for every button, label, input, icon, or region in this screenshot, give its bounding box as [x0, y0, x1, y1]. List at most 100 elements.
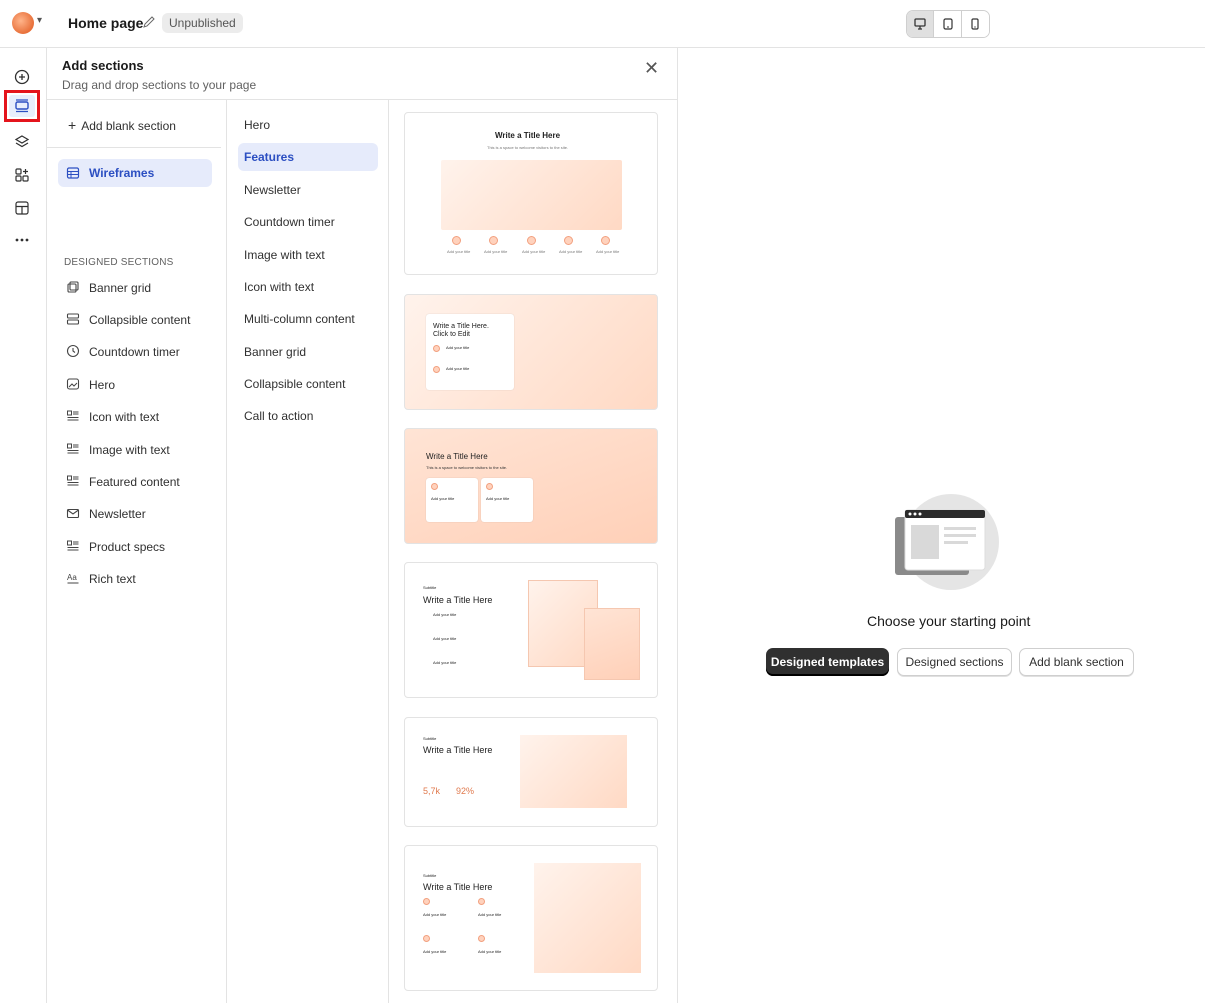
category-call-to-action[interactable]: Call to action [238, 402, 378, 430]
add-blank-section-button-preview[interactable]: Add blank section [1019, 648, 1134, 676]
template-card[interactable]: Write a Title Here This is a space to we… [404, 428, 658, 544]
template-image [584, 608, 640, 680]
designed-section-countdown-timer[interactable]: Countdown timer [64, 342, 214, 362]
designed-section-icon-with-text[interactable]: Icon with text [64, 407, 214, 427]
designed-section-rich-text[interactable]: Aa Rich text [64, 569, 214, 589]
product-specs-icon [67, 540, 79, 551]
template-dot-icon [431, 483, 438, 490]
category-label: Multi-column content [244, 312, 355, 326]
section-source-list: + Add blank section Wireframes DESIGNED S… [47, 100, 227, 1003]
page-title[interactable]: Home page [68, 15, 143, 31]
template-item: Add your title [433, 660, 457, 665]
template-item: Add your title [423, 912, 447, 917]
desktop-view-button[interactable] [907, 11, 935, 37]
choose-starting-point-heading: Choose your starting point [867, 613, 1031, 629]
template-dot-icon [433, 345, 440, 352]
designed-section-label: Collapsible content [89, 313, 191, 327]
icon-with-text-icon [67, 410, 79, 421]
category-icon-with-text[interactable]: Icon with text [238, 273, 378, 301]
category-label: Hero [244, 118, 271, 132]
hero-icon [66, 378, 80, 390]
designed-section-label: Hero [89, 378, 116, 392]
category-image-with-text[interactable]: Image with text [238, 241, 378, 269]
category-hero[interactable]: Hero [238, 111, 378, 139]
desktop-icon [914, 18, 926, 30]
mobile-view-button[interactable] [961, 11, 989, 37]
more-icon[interactable] [6, 225, 38, 255]
template-image [520, 735, 627, 808]
template-item: Add your title [446, 366, 470, 371]
apps-icon[interactable] [6, 160, 38, 190]
template-item: Add your title [478, 949, 502, 954]
template-item: Add your title [446, 345, 470, 350]
add-blank-label: Add blank section [81, 119, 176, 133]
template-stat: 92% [456, 786, 475, 796]
template-title: Write a Title Here [423, 745, 493, 755]
designed-sections-button[interactable]: Designed sections [897, 648, 1012, 676]
left-rail [0, 48, 47, 1003]
category-banner-grid[interactable]: Banner grid [238, 338, 378, 366]
category-collapsible-content[interactable]: Collapsible content [238, 370, 378, 398]
sections-icon[interactable] [4, 90, 40, 122]
banner-grid-icon [67, 281, 79, 293]
template-dot-icon [486, 483, 493, 490]
designed-section-label: Featured content [89, 475, 180, 489]
template-item: Add your title [559, 249, 583, 254]
template-item: Add your title [522, 249, 546, 254]
close-icon[interactable]: ✕ [644, 59, 659, 77]
tablet-view-button[interactable] [934, 11, 962, 37]
category-features[interactable]: Features [238, 143, 378, 171]
template-card[interactable]: Subtitle Write a Title Here Add your tit… [404, 562, 658, 698]
designed-section-featured-content[interactable]: Featured content [64, 472, 214, 492]
designed-section-label: Image with text [89, 443, 170, 457]
wireframes-item[interactable]: Wireframes [58, 159, 212, 187]
status-badge: Unpublished [162, 13, 243, 33]
template-item: Add your title [484, 249, 508, 254]
add-sections-panel: Add sections Drag and drop sections to y… [47, 48, 678, 1003]
add-circle-icon[interactable] [6, 62, 38, 92]
designed-section-product-specs[interactable]: Product specs [64, 537, 214, 557]
template-dot-icon [452, 236, 461, 245]
category-countdown-timer[interactable]: Countdown timer [238, 208, 378, 236]
add-blank-section-button[interactable]: + Add blank section [68, 117, 176, 133]
designed-templates-button[interactable]: Designed templates [766, 648, 889, 676]
designed-section-newsletter[interactable]: Newsletter [64, 504, 214, 524]
template-title: Write a Title Here [423, 882, 493, 892]
svg-text:Aa: Aa [67, 573, 77, 582]
template-list: Write a Title Here This is a space to we… [389, 100, 677, 1003]
template-item: Add your title [431, 496, 455, 501]
template-card[interactable]: Subtitle Write a Title Here Add your tit… [404, 845, 658, 991]
store-logo-icon[interactable] [12, 12, 34, 34]
designed-section-image-with-text[interactable]: Image with text [64, 440, 214, 460]
layout-icon[interactable] [6, 193, 38, 223]
template-item: Add your title [478, 912, 502, 917]
layers-icon[interactable] [6, 127, 38, 157]
top-bar: ▾ Home page Unpublished [0, 0, 1205, 48]
envelope-icon [66, 508, 80, 519]
template-title: Write a Title Here [426, 452, 488, 461]
category-newsletter[interactable]: Newsletter [238, 176, 378, 204]
template-subtitle: This is a space to welcome visitors to t… [487, 145, 569, 150]
template-card[interactable]: Write a Title Here This is a space to we… [404, 112, 658, 275]
pencil-icon[interactable] [142, 15, 156, 29]
template-image [534, 863, 641, 973]
template-item: Add your title [433, 636, 457, 641]
template-title: Write a Title Here. [433, 323, 489, 330]
template-eyebrow: Subtitle [423, 736, 437, 741]
template-dot-icon [527, 236, 536, 245]
chevron-down-icon[interactable]: ▾ [37, 15, 42, 26]
template-card[interactable]: Subtitle Write a Title Here 5,7k 92% [404, 717, 658, 827]
category-multi-column-content[interactable]: Multi-column content [238, 305, 378, 333]
template-item: Add your title [486, 496, 510, 501]
designed-section-label: Product specs [89, 540, 166, 554]
template-card[interactable]: Write a Title Here. Click to Edit Add yo… [404, 294, 658, 410]
designed-section-collapsible-content[interactable]: Collapsible content [64, 310, 214, 330]
template-dot-icon [423, 898, 430, 905]
designed-section-hero[interactable]: Hero [64, 375, 214, 395]
designed-section-banner-grid[interactable]: Banner grid [64, 278, 214, 298]
wireframes-label: Wireframes [89, 166, 155, 180]
category-label: Banner grid [244, 345, 307, 359]
template-title: Write a Title Here [423, 595, 493, 605]
divider [47, 147, 221, 148]
rich-text-icon: Aa [67, 573, 79, 584]
